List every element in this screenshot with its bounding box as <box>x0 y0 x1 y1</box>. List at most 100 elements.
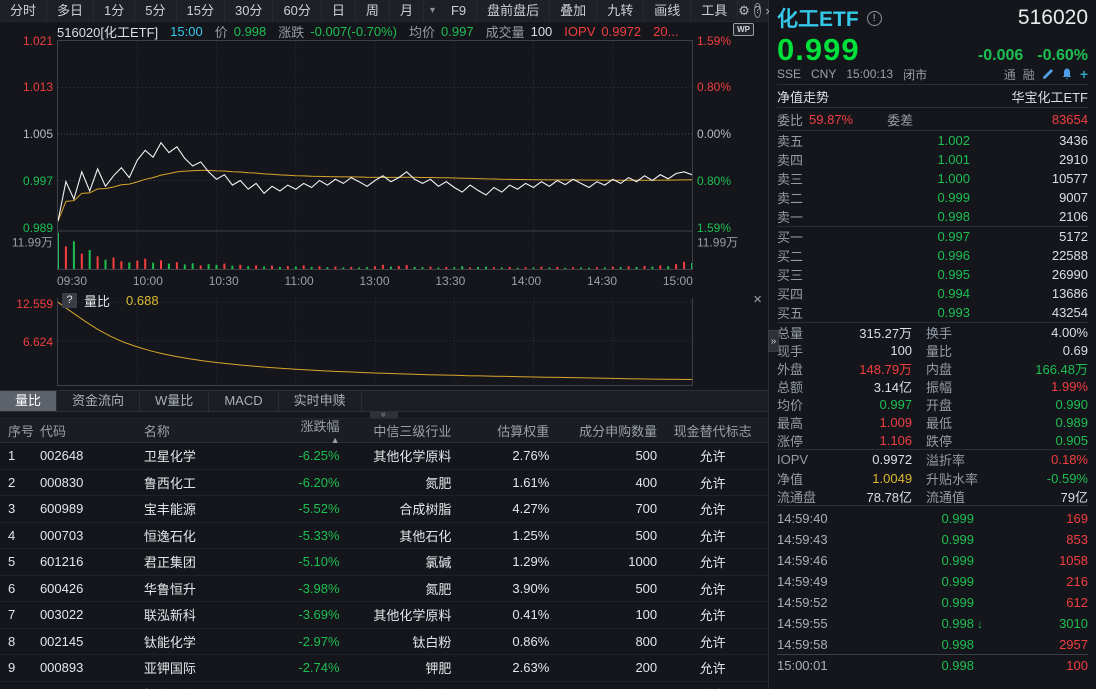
cell-code: 600426 <box>40 581 144 596</box>
ask-row[interactable]: 卖三1.00010577 <box>777 169 1088 188</box>
column-header[interactable]: 估算权重 <box>451 421 549 440</box>
toolbar-item-f9[interactable]: F9 <box>441 0 477 21</box>
toolbar-period-0[interactable]: 分时 <box>0 0 47 21</box>
table-row[interactable]: 4000703恒逸石化-5.33%其他石化1.25%500允许 <box>0 523 768 550</box>
bid-row[interactable]: 买三0.99526990 <box>777 265 1088 284</box>
chart-info-line: 516020[化工ETF] 15:00 价 0.998 涨跌 -0.007(-0… <box>0 22 768 40</box>
subchart-close-icon[interactable]: × <box>753 292 762 307</box>
toolbar-period-group: 分时多日1分5分15分30分60分日周月 <box>0 0 424 21</box>
cell-flag: 允许 <box>657 605 768 624</box>
liangbi-subchart[interactable]: ? 量比 0.688 × 12.559 6.624 <box>0 290 768 390</box>
toolbar-item-tools[interactable]: 工具 <box>691 0 738 21</box>
column-header[interactable]: 中信三级行业 <box>340 421 452 440</box>
splitter[interactable]: » <box>0 412 768 419</box>
table-row[interactable]: 6600426华鲁恒升-3.98%氮肥3.90%500允许 <box>0 576 768 603</box>
toolbar: 分时多日1分5分15分30分60分日周月 ▾ F9 盘前盘后 叠加 九转 画线 … <box>0 0 768 22</box>
table-row[interactable]: 1002648卫星化学-6.25%其他化学原料2.76%500允许 <box>0 443 768 470</box>
stat-value: 0.905 <box>990 433 1088 448</box>
add-icon[interactable]: + <box>1080 68 1088 80</box>
stat-row: 总额3.14亿振幅1.99% <box>777 377 1088 395</box>
column-header[interactable]: 名称 <box>144 421 252 440</box>
down-arrow-icon: ↓ <box>974 617 988 631</box>
toolbar-period-2[interactable]: 1分 <box>94 0 135 21</box>
truncated-value: 20... <box>653 24 678 39</box>
column-header[interactable]: 成分申购数量 <box>549 421 657 440</box>
quote-title-row: 化工ETF ! 516020 <box>777 0 1088 32</box>
intraday-svg <box>58 41 692 269</box>
period-dropdown-icon[interactable]: ▾ <box>424 0 441 21</box>
toolbar-period-3[interactable]: 5分 <box>135 0 176 21</box>
column-header[interactable]: 代码 <box>40 421 144 440</box>
cell-weight: 2.63% <box>451 660 549 675</box>
table-row[interactable]: 7003022联泓新科-3.69%其他化学原料0.41%100允许 <box>0 602 768 629</box>
toolbar-period-6[interactable]: 60分 <box>273 0 321 21</box>
table-row[interactable]: 10600346恒力石化-2.67%其他石化3.19%700允许 <box>0 682 768 689</box>
tick-volume: 216 <box>988 574 1088 589</box>
ask-row[interactable]: 卖一0.9982106 <box>777 207 1088 226</box>
bid-row[interactable]: 买二0.99622588 <box>777 246 1088 265</box>
tab-1[interactable]: 资金流向 <box>57 391 140 411</box>
cell-seq: 2 <box>0 475 40 490</box>
bid-row[interactable]: 买四0.99413686 <box>777 284 1088 303</box>
margin-rong-badge: 融 <box>1023 66 1035 83</box>
toolbar-period-8[interactable]: 周 <box>356 0 390 21</box>
tab-2[interactable]: W量比 <box>140 391 209 411</box>
column-header[interactable]: 现金替代标志 <box>657 421 768 440</box>
ask-row[interactable]: 卖二0.9999007 <box>777 188 1088 207</box>
x-axis-label: 11:00 <box>285 272 314 290</box>
y-axis-price-2: 1.013 <box>0 80 53 94</box>
quote-mini-icons: 通 融 + <box>1004 66 1088 83</box>
toolbar-period-5[interactable]: 30分 <box>225 0 273 21</box>
toolbar-period-4[interactable]: 15分 <box>177 0 225 21</box>
column-header[interactable]: 涨跌幅▲ <box>252 416 340 445</box>
cell-name: 宝丰能源 <box>144 499 252 518</box>
book-level-label: 买五 <box>777 303 825 322</box>
table-row[interactable]: 8002145钛能化学-2.97%钛白粉0.86%800允许 <box>0 629 768 656</box>
panel-collapse-icon[interactable]: » <box>768 330 779 352</box>
ask-row[interactable]: 卖五1.0023436 <box>777 131 1088 150</box>
table-row[interactable]: 9000893亚钾国际-2.74%钾肥2.63%200允许 <box>0 655 768 682</box>
toolbar-period-9[interactable]: 月 <box>390 0 424 21</box>
intraday-chart[interactable]: 1.021 1.013 1.005 0.997 0.989 11.99万 1.5… <box>0 40 768 272</box>
toolbar-item-overlay[interactable]: 叠加 <box>550 0 597 21</box>
toolbar-period-1[interactable]: 多日 <box>47 0 94 21</box>
tick-time: 14:59:43 <box>777 532 849 547</box>
subchart-help-icon[interactable]: ? <box>62 293 77 308</box>
book-volume: 26990 <box>970 267 1088 282</box>
last-price: 0.999 <box>777 32 860 68</box>
stat-value: 166.48万 <box>990 359 1088 378</box>
stat-label: 外盘 <box>777 359 823 378</box>
table-row[interactable]: 3600989宝丰能源-5.52%合成树脂4.27%700允许 <box>0 496 768 523</box>
toolbar-item-draw-line[interactable]: 画线 <box>644 0 691 21</box>
gear-icon[interactable]: ⚙ <box>738 0 750 21</box>
subchart-indicator-name[interactable]: 量比 <box>84 291 110 310</box>
tab-3[interactable]: MACD <box>209 391 278 411</box>
stat-label: 均价 <box>777 395 823 414</box>
intraday-plot-area[interactable] <box>57 40 693 270</box>
info-circle-icon[interactable]: ! <box>867 11 882 26</box>
toolbar-item-pre-post-market[interactable]: 盘前盘后 <box>477 0 550 21</box>
tab-4[interactable]: 实时申赎 <box>279 391 362 411</box>
help-icon[interactable]: ? <box>754 3 762 18</box>
column-header[interactable]: 序号 <box>0 421 40 440</box>
ask-row[interactable]: 卖四1.0012910 <box>777 150 1088 169</box>
toolbar-period-7[interactable]: 日 <box>322 0 356 21</box>
market-status: 闭市 <box>903 66 927 83</box>
stat-label: IOPV <box>777 452 823 467</box>
bid-row[interactable]: 买五0.99343254 <box>777 303 1088 322</box>
bid-row[interactable]: 买一0.9975172 <box>777 227 1088 246</box>
volume-value: 100 <box>531 24 553 39</box>
table-row[interactable]: 2000830鲁西化工-6.20%氮肥1.61%400允许 <box>0 470 768 497</box>
tab-0[interactable]: 量比 <box>0 391 57 411</box>
splitter-handle-icon[interactable]: » <box>370 412 398 418</box>
tick-volume: 169 <box>988 511 1088 526</box>
pencil-icon[interactable] <box>1042 68 1054 80</box>
cell-weight: 1.25% <box>451 528 549 543</box>
currency-label: CNY <box>811 67 836 81</box>
toolbar-item-nine-turn[interactable]: 九转 <box>597 0 644 21</box>
table-row[interactable]: 5601216君正集团-5.10%氯碱1.29%1000允许 <box>0 549 768 576</box>
nav-trend-row[interactable]: 净值走势 华宝化工ETF <box>777 85 1088 107</box>
bell-icon[interactable] <box>1061 68 1073 80</box>
subchart-plot-area[interactable] <box>57 298 693 386</box>
stats-grid: 总量315.27万换手4.00%现手100量比0.69外盘148.79万内盘16… <box>777 323 1088 505</box>
